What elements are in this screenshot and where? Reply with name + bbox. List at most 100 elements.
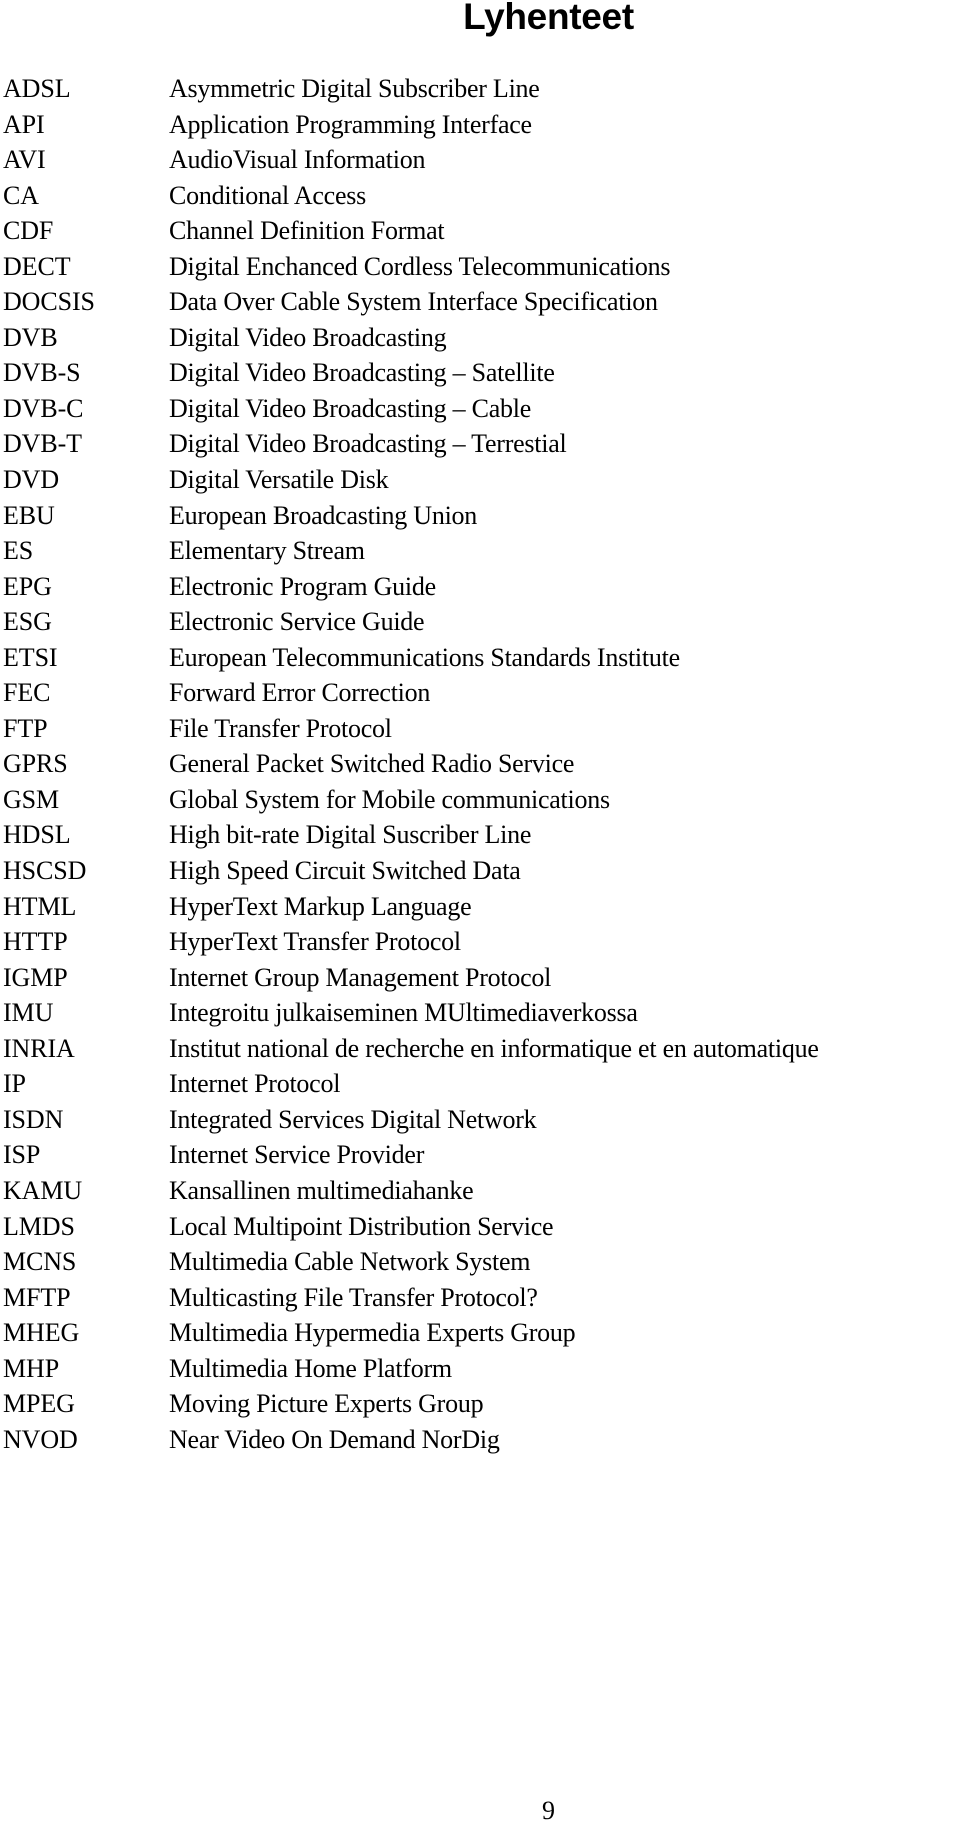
abbreviation-definition: Digital Enchanced Cordless Telecommunica… [169,251,671,281]
abbreviation-term: ESG [3,607,52,637]
abbreviation-row: DOCSIS Data Over Cable System Interface S… [0,284,960,320]
abbreviation-definition: Multimedia Hypermedia Experts Group [169,1318,576,1348]
abbreviation-definition: Multimedia Home Platform [169,1353,452,1383]
abbreviation-term: EPG [3,571,52,601]
abbreviation-definition: Channel Definition Format [169,216,445,246]
abbreviation-definition: Internet Protocol [169,1069,341,1099]
abbreviation-term: ADSL [3,74,71,103]
abbreviation-term: HTML [3,891,77,921]
abbreviation-row: EPG Electronic Program Guide [0,569,960,605]
abbreviation-definition: Global System for Mobile communications [169,784,610,814]
abbreviation-row: FTP File Transfer Protocol [0,711,960,747]
abbreviation-term: LMDS [3,1211,75,1241]
abbreviation-term: CDF [3,216,54,246]
abbreviation-term: HSCSD [3,856,87,886]
abbreviation-row: NVOD Near Video On Demand NorDig [0,1422,960,1458]
abbreviation-definition: Moving Picture Experts Group [169,1389,484,1419]
abbreviation-term: MPEG [3,1389,75,1419]
abbreviation-definition: Electronic Service Guide [169,607,425,637]
abbreviation-definition: HyperText Markup Language [169,891,472,921]
abbreviation-term: MFTP [3,1282,71,1312]
abbreviation-term: GSM [3,784,60,814]
abbreviation-row: CDF Channel Definition Format [0,213,960,249]
abbreviation-term: IGMP [3,962,68,992]
abbreviation-row: ISP Internet Service Provider [0,1137,960,1173]
abbreviation-row: FEC Forward Error Correction [0,675,960,711]
abbreviation-term: IP [3,1069,26,1099]
abbreviation-term: HTTP [3,927,68,957]
abbreviation-row: HSCSD High Speed Circuit Switched Data [0,853,960,889]
abbreviation-term: API [3,109,45,139]
abbreviation-definition: European Telecommunications Standards In… [169,642,680,672]
abbreviation-row: INRIA Institut national de recherche en i… [0,1031,960,1067]
abbreviation-definition: Local Multipoint Distribution Service [169,1211,554,1241]
abbreviation-row: IMU Integroitu julkaiseminen MUltimediave… [0,995,960,1031]
abbreviation-term: MHEG [3,1318,80,1348]
abbreviation-term: INRIA [3,1033,75,1063]
abbreviation-definition: Digital Video Broadcasting – Satellite [169,358,555,388]
abbreviation-definition: AudioVisual Information [169,145,426,175]
abbreviation-row: DVB-S Digital Video Broadcasting – Satell… [0,355,960,391]
abbreviation-term: EBU [3,500,55,530]
abbreviation-definition: Integrated Services Digital Network [169,1104,537,1134]
abbreviation-term: DVB-S [3,358,81,388]
abbreviation-definition: Internet Group Management Protocol [169,962,552,992]
page-title: Lyhenteet [463,0,634,37]
abbreviation-row: MCNS Multimedia Cable Network System [0,1244,960,1280]
abbreviation-definition: General Packet Switched Radio Service [169,749,575,779]
abbreviation-row: DVB-T Digital Video Broadcasting – Terres… [0,426,960,462]
abbreviation-row: GPRS General Packet Switched Radio Servic… [0,746,960,782]
abbreviation-term: ISP [3,1140,41,1170]
abbreviation-term: DVB-C [3,393,84,423]
abbreviation-term: MCNS [3,1247,77,1277]
abbreviation-row: EBU European Broadcasting Union [0,498,960,534]
abbreviation-definition: European Broadcasting Union [169,500,478,530]
abbreviation-term: DVB-T [3,429,82,459]
abbreviation-row: GSM Global System for Mobile communicatio… [0,782,960,818]
abbreviation-row: AVI AudioVisual Information [0,142,960,178]
abbreviation-term: FTP [3,713,48,743]
abbreviation-row: DECT Digital Enchanced Cordless Telecommu… [0,249,960,285]
abbreviation-term: ISDN [3,1104,64,1134]
abbreviation-definition: Asymmetric Digital Subscriber Line [169,74,540,103]
abbreviation-definition: Forward Error Correction [169,678,431,708]
document-page: Lyhenteet ADSL Asymmetric Digital Subscri… [0,0,960,1831]
abbreviation-list: ADSL Asymmetric Digital Subscriber Line AP… [0,71,960,1457]
abbreviation-definition: Data Over Cable System Interface Specifi… [169,287,658,317]
abbreviation-term: MHP [3,1353,60,1383]
abbreviation-definition: Conditional Access [169,180,366,210]
abbreviation-row: IP Internet Protocol [0,1066,960,1102]
abbreviation-definition: High bit-rate Digital Suscriber Line [169,820,532,850]
abbreviation-definition: Multicasting File Transfer Protocol? [169,1282,538,1312]
abbreviation-term: KAMU [3,1175,83,1205]
abbreviation-row: ADSL Asymmetric Digital Subscriber Line [0,71,960,107]
abbreviation-definition: Near Video On Demand NorDig [169,1424,500,1454]
abbreviation-term: ES [3,536,34,566]
abbreviation-definition: Institut national de recherche en inform… [169,1033,819,1063]
abbreviation-term: DECT [3,251,71,281]
abbreviation-row: IGMP Internet Group Management Protocol [0,960,960,996]
abbreviation-row: KAMU Kansallinen multimediahanke [0,1173,960,1209]
abbreviation-definition: Electronic Program Guide [169,571,436,601]
abbreviation-term: GPRS [3,749,68,779]
abbreviation-row: HTML HyperText Markup Language [0,889,960,925]
abbreviation-definition: Application Programming Interface [169,109,532,139]
abbreviation-term: ETSI [3,642,58,672]
abbreviation-row: ES Elementary Stream [0,533,960,569]
abbreviation-row: MPEG Moving Picture Experts Group [0,1386,960,1422]
abbreviation-definition: HyperText Transfer Protocol [169,927,461,957]
abbreviation-row: HTTP HyperText Transfer Protocol [0,924,960,960]
abbreviation-row: CA Conditional Access [0,178,960,214]
abbreviation-row: DVB-C Digital Video Broadcasting – Cable [0,391,960,427]
abbreviation-term: DOCSIS [3,287,95,317]
abbreviation-definition: File Transfer Protocol [169,713,392,743]
abbreviation-term: FEC [3,678,51,708]
abbreviation-row: MFTP Multicasting File Transfer Protocol? [0,1280,960,1316]
abbreviation-row: LMDS Local Multipoint Distribution Servic… [0,1209,960,1245]
abbreviation-definition: Internet Service Provider [169,1140,425,1170]
abbreviation-term: CA [3,180,39,210]
abbreviation-row: DVD Digital Versatile Disk [0,462,960,498]
abbreviation-row: ESG Electronic Service Guide [0,604,960,640]
abbreviation-definition: High Speed Circuit Switched Data [169,856,521,886]
abbreviation-definition: Integroitu julkaiseminen MUltimediaverko… [169,998,638,1028]
